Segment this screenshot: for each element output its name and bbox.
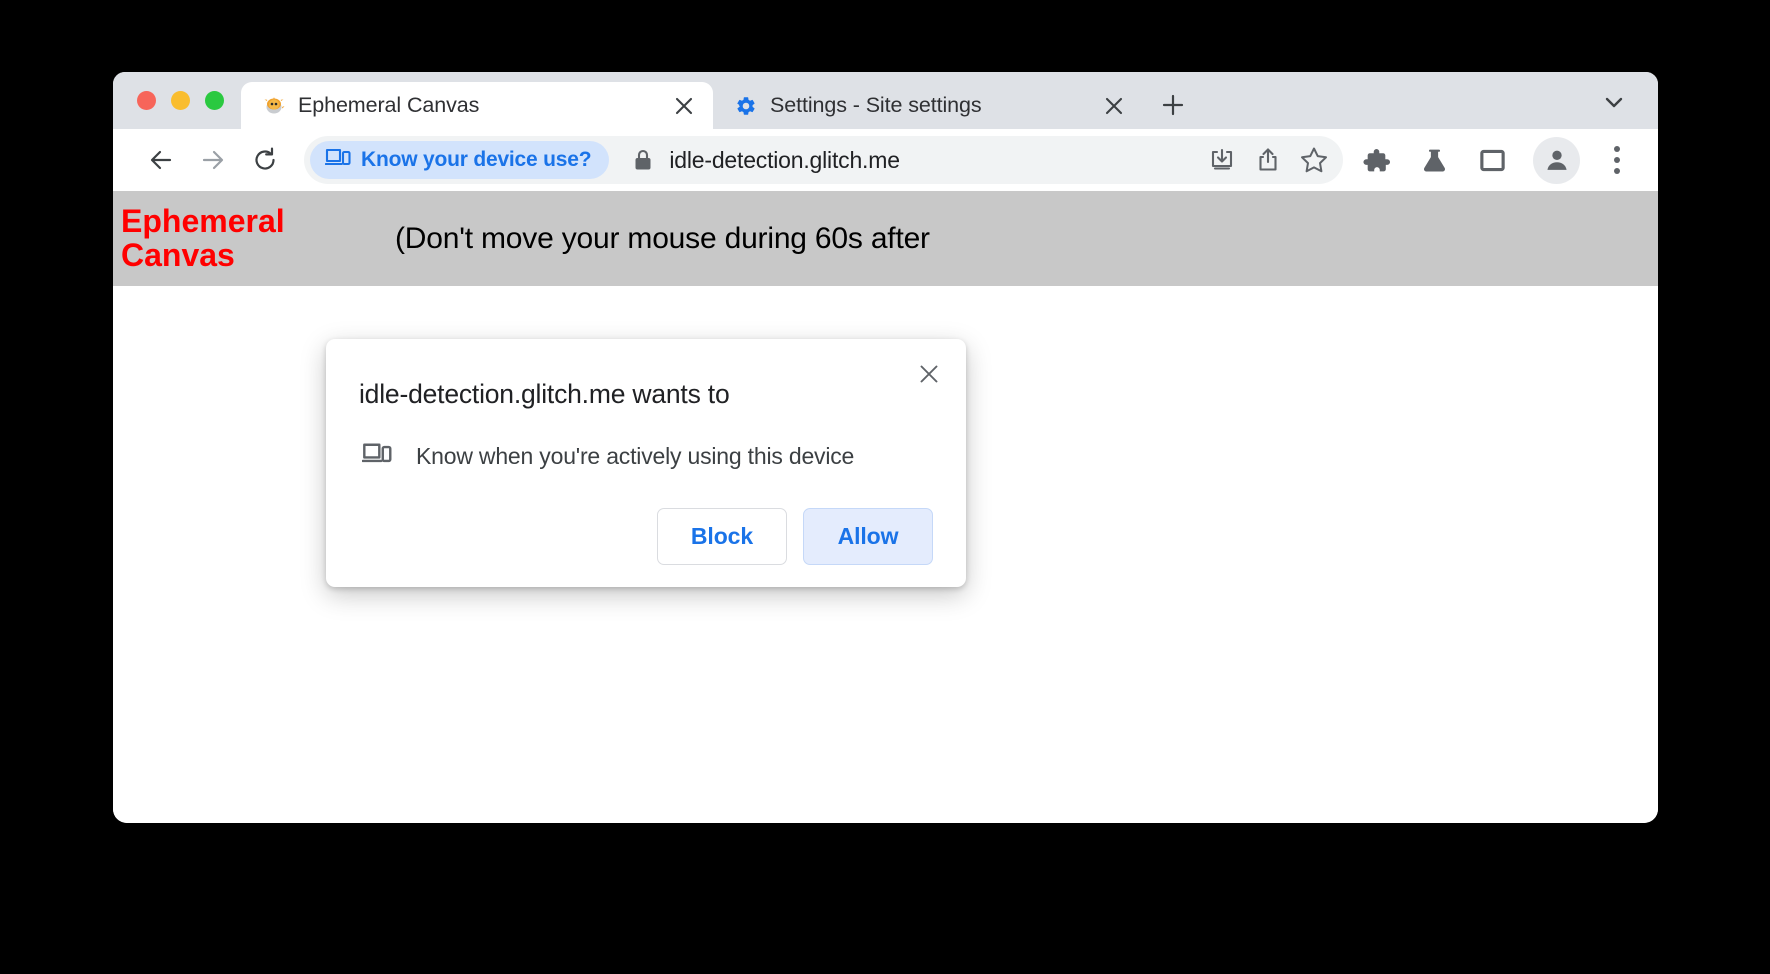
page-title: Ephemeral Canvas bbox=[121, 202, 285, 273]
profile-avatar-icon[interactable] bbox=[1533, 136, 1580, 184]
labs-flask-icon[interactable] bbox=[1409, 135, 1459, 185]
tab-settings-site-settings[interactable]: Settings - Site settings bbox=[713, 82, 1143, 129]
pufferfish-favicon bbox=[263, 95, 285, 117]
menu-dot bbox=[1614, 157, 1620, 163]
block-button[interactable]: Block bbox=[657, 508, 787, 566]
bookmark-star-icon[interactable] bbox=[1291, 137, 1337, 183]
forward-arrow-icon[interactable] bbox=[187, 134, 239, 186]
browser-toolbar: Know your device use? idle-detection.gli… bbox=[113, 129, 1658, 191]
maximize-window-button[interactable] bbox=[205, 91, 224, 110]
url-text: idle-detection.glitch.me bbox=[669, 146, 900, 173]
tab-strip: Ephemeral Canvas Settings - Site setting… bbox=[113, 72, 1658, 129]
page-instruction-text: (Don't move your mouse during 60s after bbox=[395, 221, 930, 255]
share-icon[interactable] bbox=[1245, 137, 1291, 183]
permission-dialog: idle-detection.glitch.me wants to Know w… bbox=[326, 339, 966, 588]
extensions-puzzle-icon[interactable] bbox=[1351, 135, 1401, 185]
dialog-permission-row: Know when you're actively using this dev… bbox=[326, 411, 966, 472]
address-bar[interactable]: Know your device use? idle-detection.gli… bbox=[304, 136, 1343, 184]
tab-ephemeral-canvas[interactable]: Ephemeral Canvas bbox=[241, 82, 713, 129]
gear-favicon bbox=[735, 95, 757, 117]
permission-chip-device-use[interactable]: Know your device use? bbox=[310, 141, 610, 179]
page-viewport: Ephemeral Canvas (Don't move your mouse … bbox=[113, 191, 1658, 823]
reload-icon[interactable] bbox=[239, 134, 291, 186]
tab-title: Ephemeral Canvas bbox=[298, 93, 480, 117]
window-traffic-lights bbox=[113, 72, 241, 129]
allow-button[interactable]: Allow bbox=[803, 508, 933, 566]
close-window-button[interactable] bbox=[137, 91, 156, 110]
menu-dot bbox=[1614, 146, 1620, 152]
tab-title: Settings - Site settings bbox=[770, 93, 982, 117]
minimize-window-button[interactable] bbox=[171, 91, 190, 110]
lock-icon[interactable] bbox=[626, 148, 660, 172]
device-idle-icon bbox=[361, 441, 392, 472]
chevron-down-icon[interactable] bbox=[1592, 80, 1636, 124]
close-tab-button[interactable] bbox=[1099, 91, 1129, 121]
back-arrow-icon[interactable] bbox=[135, 134, 187, 186]
dialog-title: idle-detection.glitch.me wants to bbox=[359, 379, 730, 409]
browser-window: Ephemeral Canvas Settings - Site setting… bbox=[113, 72, 1658, 823]
side-panel-icon[interactable] bbox=[1467, 135, 1517, 185]
dialog-actions: Block Allow bbox=[326, 472, 966, 566]
three-dot-menu-icon[interactable] bbox=[1594, 137, 1640, 183]
close-icon[interactable] bbox=[910, 355, 948, 393]
permission-chip-label: Know your device use? bbox=[361, 148, 592, 171]
menu-dot bbox=[1614, 168, 1620, 174]
install-app-icon[interactable] bbox=[1199, 137, 1245, 183]
page-header-banner: Ephemeral Canvas (Don't move your mouse … bbox=[113, 191, 1658, 286]
close-tab-button[interactable] bbox=[669, 91, 699, 121]
new-tab-button[interactable] bbox=[1153, 85, 1193, 125]
device-idle-icon bbox=[324, 147, 351, 174]
dialog-permission-label: Know when you're actively using this dev… bbox=[416, 443, 855, 470]
